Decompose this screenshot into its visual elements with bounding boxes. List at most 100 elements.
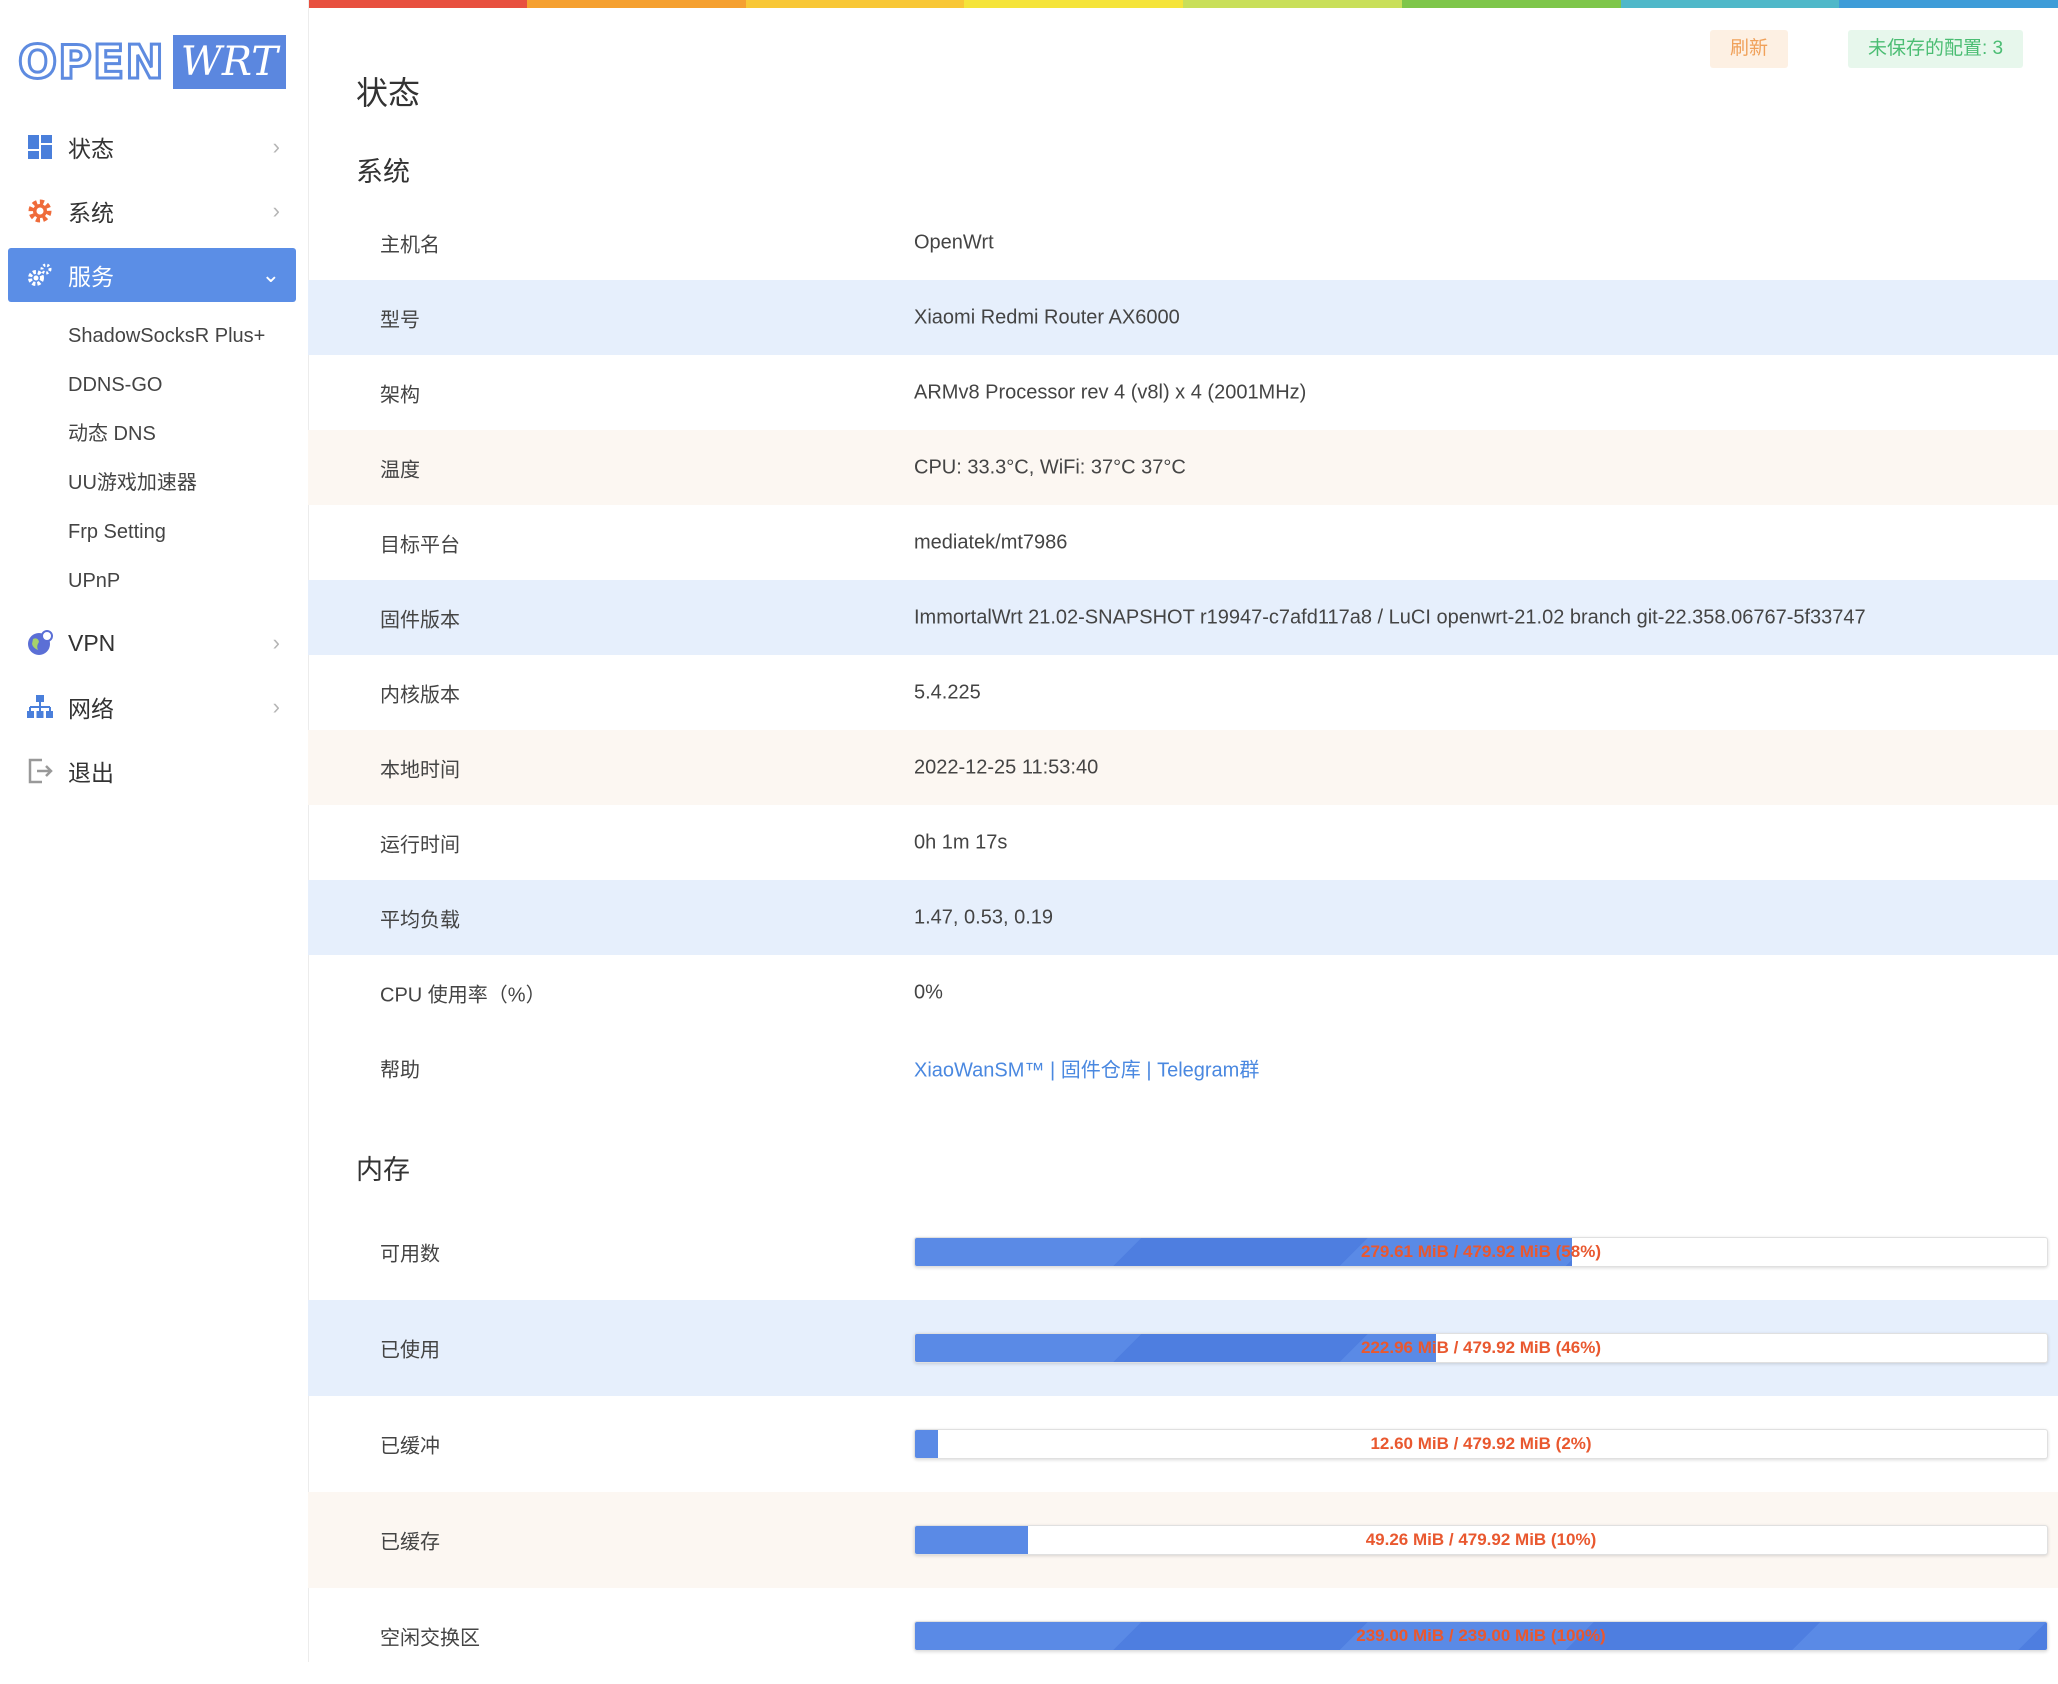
sidebar-item-label: 网络	[68, 696, 114, 722]
sidebar-item-status[interactable]: 状态 ›	[8, 120, 296, 174]
sidebar-item-system[interactable]: 系统 ›	[8, 184, 296, 238]
table-row-help: 帮助 XiaoWanSM™ | 固件仓库 | Telegram群	[308, 1030, 2058, 1105]
chevron-right-icon: ›	[272, 694, 280, 719]
firmware-repo-link[interactable]: | 固件仓库	[1050, 1059, 1141, 1081]
row-value: OpenWrt	[914, 231, 994, 253]
dashboard-icon	[26, 133, 54, 161]
openwrt-logo[interactable]: OPEN WRT	[17, 34, 286, 91]
row-key: 架构	[380, 384, 420, 406]
row-value: 5.4.225	[914, 681, 981, 703]
progress-bar: 49.26 MiB / 479.92 MiB (10%)	[914, 1525, 2048, 1555]
globe-icon	[26, 629, 54, 657]
sidebar: OPEN WRT 状态 › 系统 › 服务 ⌄ ShadowSocksR Plu…	[0, 0, 309, 1662]
submenu-item-frp-setting[interactable]: Frp Setting	[8, 508, 296, 557]
memory-row: 已缓存 49.26 MiB / 479.92 MiB (10%)	[308, 1492, 2058, 1588]
submenu-item-dynamic-dns[interactable]: 动态 DNS	[8, 410, 296, 459]
progress-bar: 222.96 MiB / 479.92 MiB (46%)	[914, 1333, 2048, 1363]
progress-text: 279.61 MiB / 479.92 MiB (58%)	[1360, 1242, 1601, 1261]
logo-open-text: OPEN	[17, 34, 166, 91]
gears-icon	[26, 261, 54, 289]
sidebar-item-label: 退出	[68, 760, 114, 786]
row-key: 已使用	[380, 1339, 440, 1362]
table-row: 运行时间 0h 1m 17s	[308, 805, 2058, 880]
xiaowansm-link[interactable]: XiaoWanSM™	[914, 1059, 1044, 1081]
row-key: 型号	[380, 309, 420, 331]
help-links: XiaoWanSM™ | 固件仓库 | Telegram群	[914, 1053, 1259, 1082]
sidebar-item-label: 系统	[68, 200, 114, 226]
sidebar-item-services[interactable]: 服务 ⌄	[8, 248, 296, 302]
chevron-right-icon: ›	[272, 630, 280, 655]
sidebar-menu: 状态 › 系统 › 服务 ⌄ ShadowSocksR Plus+ DDNS-G…	[8, 120, 296, 808]
memory-row: 可用数 279.61 MiB / 479.92 MiB (58%)	[308, 1204, 2058, 1300]
row-key: 本地时间	[380, 759, 460, 781]
table-row: CPU 使用率（%） 0%	[308, 955, 2058, 1030]
refresh-button[interactable]: 刷新	[1710, 30, 1789, 68]
progress-bar: 239.00 MiB / 239.00 MiB (100%)	[914, 1621, 2048, 1651]
chevron-right-icon: ›	[272, 198, 280, 223]
table-row: 温度 CPU: 33.3°C, WiFi: 37°C 37°C	[308, 430, 2058, 505]
unsaved-changes-button[interactable]: 未保存的配置: 3	[1848, 30, 2024, 68]
row-key: 平均负载	[380, 909, 460, 931]
memory-row: 空闲交换区 239.00 MiB / 239.00 MiB (100%)	[308, 1588, 2058, 1684]
row-value: ARMv8 Processor rev 4 (v8l) x 4 (2001MHz…	[914, 381, 1307, 403]
row-key: 帮助	[380, 1059, 420, 1081]
progress-text: 239.00 MiB / 239.00 MiB (100%)	[1356, 1626, 1606, 1645]
submenu-item-upnp[interactable]: UPnP	[8, 557, 296, 606]
table-row: 目标平台 mediatek/mt7986	[308, 505, 2058, 580]
logo-wrt-text: WRT	[172, 35, 286, 89]
logout-icon	[26, 757, 54, 785]
main-content: 刷新 未保存的配置: 3 状态 系统 主机名 OpenWrt 型号 Xiaomi…	[308, 0, 2058, 1662]
progress-text: 49.26 MiB / 479.92 MiB (10%)	[1365, 1530, 1597, 1549]
row-value: 2022-12-25 11:53:40	[914, 756, 1099, 778]
table-row: 主机名 OpenWrt	[308, 205, 2058, 280]
table-row: 架构 ARMv8 Processor rev 4 (v8l) x 4 (2001…	[308, 355, 2058, 430]
sidebar-item-label: VPN	[68, 629, 116, 656]
sidebar-item-network[interactable]: 网络 ›	[8, 680, 296, 734]
services-submenu: ShadowSocksR Plus+ DDNS-GO 动态 DNS UU游戏加速…	[8, 312, 296, 606]
progress-text: 12.60 MiB / 479.92 MiB (2%)	[1370, 1434, 1592, 1453]
table-row: 固件版本 ImmortalWrt 21.02-SNAPSHOT r19947-c…	[308, 580, 2058, 655]
row-key: 已缓冲	[380, 1435, 440, 1458]
network-icon	[26, 693, 54, 721]
telegram-group-link[interactable]: | Telegram群	[1146, 1059, 1259, 1081]
memory-section-title: 内存	[356, 1155, 410, 1185]
row-key: 温度	[380, 459, 420, 481]
row-key: 已缓存	[380, 1531, 440, 1554]
progress-bar: 279.61 MiB / 479.92 MiB (58%)	[914, 1237, 2048, 1267]
gear-icon	[26, 197, 54, 225]
row-value: 0h 1m 17s	[914, 831, 1008, 853]
submenu-item-uu-accelerator[interactable]: UU游戏加速器	[8, 459, 296, 508]
memory-row: 已使用 222.96 MiB / 479.92 MiB (46%)	[308, 1300, 2058, 1396]
memory-row: 已缓冲 12.60 MiB / 479.92 MiB (2%)	[308, 1396, 2058, 1492]
system-section-title: 系统	[356, 157, 410, 187]
row-key: 内核版本	[380, 684, 460, 706]
row-key: 主机名	[380, 234, 440, 256]
row-value: 1.47, 0.53, 0.19	[914, 906, 1054, 928]
row-key: CPU 使用率（%）	[380, 984, 546, 1006]
sidebar-item-vpn[interactable]: VPN ›	[8, 616, 296, 670]
row-value: 0%	[914, 981, 943, 1003]
row-key: 空闲交换区	[380, 1627, 480, 1650]
row-value: CPU: 33.3°C, WiFi: 37°C 37°C	[914, 456, 1186, 478]
row-value: Xiaomi Redmi Router AX6000	[914, 306, 1180, 328]
submenu-item-shadowsocksr[interactable]: ShadowSocksR Plus+	[8, 312, 296, 361]
chevron-right-icon: ›	[272, 134, 280, 159]
table-row: 本地时间 2022-12-25 11:53:40	[308, 730, 2058, 805]
row-key: 可用数	[380, 1243, 440, 1266]
table-row: 内核版本 5.4.225	[308, 655, 2058, 730]
row-value: ImmortalWrt 21.02-SNAPSHOT r19947-c7afd1…	[914, 606, 1866, 628]
chevron-down-icon: ⌄	[261, 262, 280, 287]
sidebar-item-label: 服务	[68, 264, 114, 290]
progress-text: 222.96 MiB / 479.92 MiB (46%)	[1360, 1338, 1601, 1357]
row-value: mediatek/mt7986	[914, 531, 1068, 553]
progress-bar: 12.60 MiB / 479.92 MiB (2%)	[914, 1429, 2048, 1459]
submenu-item-ddns-go[interactable]: DDNS-GO	[8, 361, 296, 410]
row-key: 固件版本	[380, 609, 460, 631]
system-info-table: 主机名 OpenWrt 型号 Xiaomi Redmi Router AX600…	[308, 205, 2058, 1105]
sidebar-item-label: 状态	[68, 136, 114, 162]
sidebar-item-logout[interactable]: 退出	[8, 744, 296, 798]
memory-table: 可用数 279.61 MiB / 479.92 MiB (58%) 已使用 22…	[308, 1204, 2058, 1684]
table-row: 平均负载 1.47, 0.53, 0.19	[308, 880, 2058, 955]
row-key: 运行时间	[380, 834, 460, 856]
table-row: 型号 Xiaomi Redmi Router AX6000	[308, 280, 2058, 355]
